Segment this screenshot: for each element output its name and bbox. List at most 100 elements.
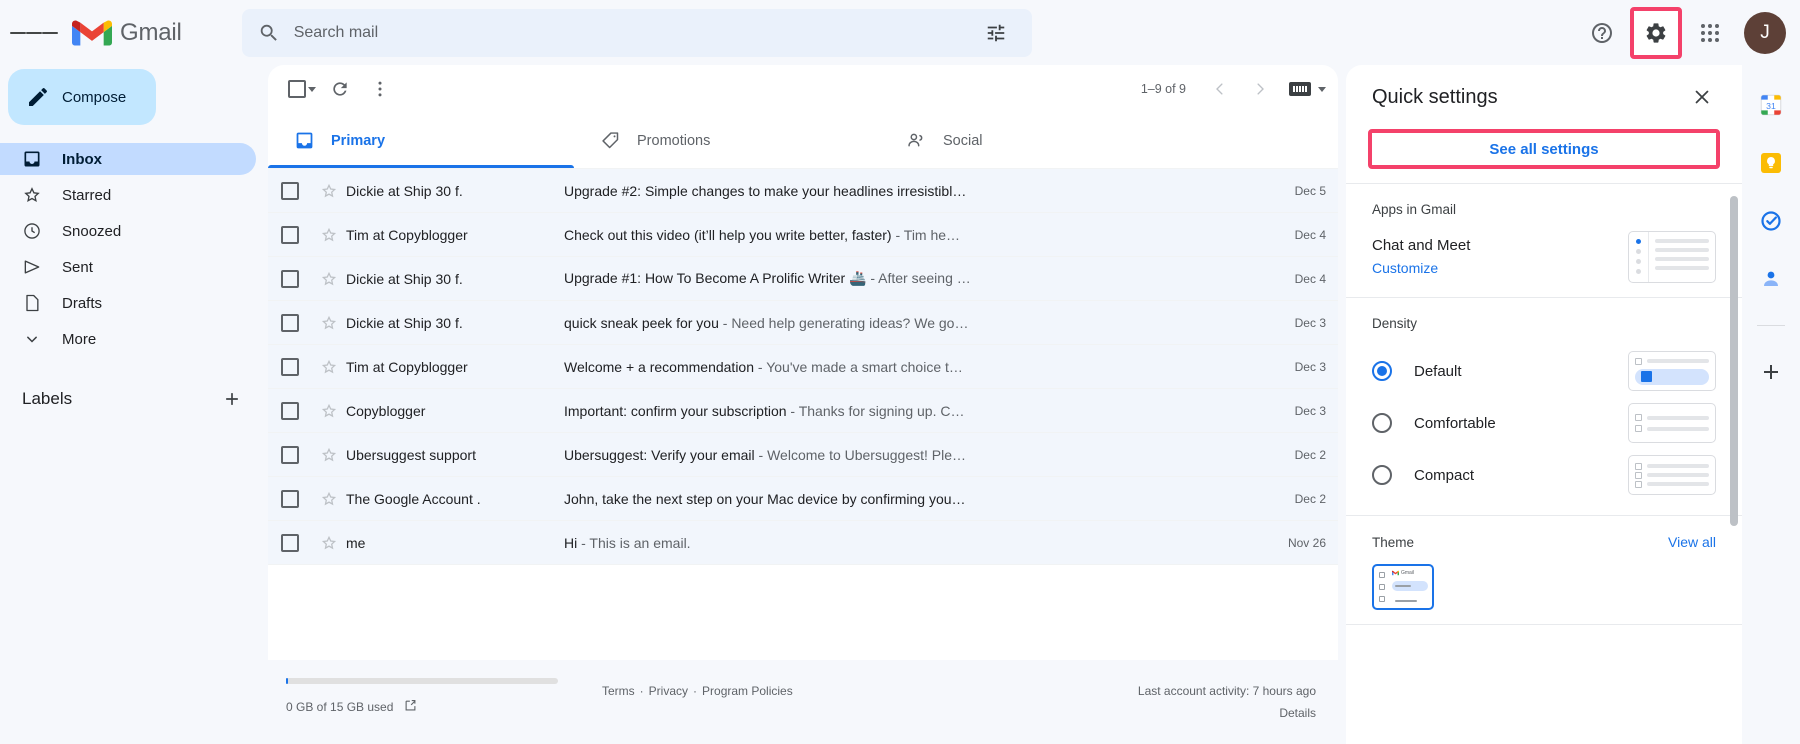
- row-checkbox[interactable]: [268, 182, 312, 200]
- tab-promotions[interactable]: Promotions: [574, 113, 880, 168]
- program-policies-link[interactable]: Program Policies: [702, 684, 793, 698]
- get-add-ons-button[interactable]: [1753, 354, 1789, 390]
- search-options-icon[interactable]: [976, 13, 1016, 53]
- density-option-compact[interactable]: Compact: [1372, 449, 1716, 501]
- google-apps-button[interactable]: [1686, 9, 1734, 57]
- thumb-line: [1635, 481, 1709, 488]
- theme-thumbnail[interactable]: Gmail: [1372, 564, 1434, 610]
- row-checkbox[interactable]: [268, 446, 312, 464]
- customize-link[interactable]: Customize: [1372, 260, 1438, 276]
- row-star-button[interactable]: [312, 314, 346, 332]
- chat-thumb-body: [1649, 232, 1715, 282]
- privacy-link[interactable]: Privacy: [649, 684, 688, 698]
- settings-button[interactable]: [1632, 9, 1680, 57]
- row-subject: John, take the next step on your Mac dev…: [564, 491, 1250, 507]
- table-row[interactable]: CopybloggerImportant: confirm your subsc…: [268, 389, 1338, 433]
- row-star-button[interactable]: [312, 446, 346, 464]
- support-button[interactable]: [1578, 9, 1626, 57]
- create-label-button[interactable]: [216, 383, 248, 415]
- quick-settings-panel: Quick settings See all settings Apps in …: [1346, 65, 1742, 744]
- table-row[interactable]: Tim at CopybloggerWelcome + a recommenda…: [268, 345, 1338, 389]
- chevron-down-icon[interactable]: [1318, 87, 1326, 92]
- open-storage-icon[interactable]: [403, 698, 418, 716]
- activity-details-link[interactable]: Details: [1138, 706, 1316, 720]
- more-options-button[interactable]: [360, 69, 400, 109]
- table-row[interactable]: Dickie at Ship 30 f.quick sneak peek for…: [268, 301, 1338, 345]
- separator: ·: [693, 684, 697, 698]
- mail-list-card: 1–9 of 9: [268, 65, 1338, 660]
- row-checkbox[interactable]: [268, 402, 312, 420]
- keep-button[interactable]: [1753, 145, 1789, 181]
- see-all-settings-button[interactable]: See all settings: [1368, 129, 1720, 169]
- avatar[interactable]: J: [1744, 12, 1786, 54]
- table-row[interactable]: Dickie at Ship 30 f.Upgrade #2: Simple c…: [268, 169, 1338, 213]
- row-checkbox[interactable]: [268, 314, 312, 332]
- row-checkbox[interactable]: [268, 358, 312, 376]
- row-sender: Ubersuggest support: [346, 447, 564, 463]
- sidebar-item-drafts[interactable]: Drafts: [0, 287, 256, 319]
- refresh-button[interactable]: [320, 69, 360, 109]
- row-date: Dec 3: [1250, 360, 1326, 374]
- table-row[interactable]: meHi - This is an email.Nov 26: [268, 521, 1338, 565]
- row-checkbox[interactable]: [268, 270, 312, 288]
- row-star-button[interactable]: [312, 534, 346, 552]
- density-option-comfortable[interactable]: Comfortable: [1372, 397, 1716, 449]
- radio-default-icon[interactable]: [1372, 361, 1392, 381]
- previous-page-button[interactable]: [1202, 71, 1238, 107]
- terms-link[interactable]: Terms: [602, 684, 635, 698]
- sidebar-item-starred[interactable]: Starred: [0, 179, 256, 211]
- gmail-logo[interactable]: Gmail: [72, 18, 182, 48]
- select-all-checkbox[interactable]: [284, 80, 320, 98]
- row-checkbox[interactable]: [268, 534, 312, 552]
- row-star-button[interactable]: [312, 270, 346, 288]
- row-star-button[interactable]: [312, 182, 346, 200]
- row-star-button[interactable]: [312, 490, 346, 508]
- quick-settings-header: Quick settings: [1346, 65, 1742, 129]
- row-date: Dec 3: [1250, 316, 1326, 330]
- tasks-button[interactable]: [1753, 203, 1789, 239]
- close-quick-settings-button[interactable]: [1682, 77, 1722, 117]
- sidebar-item-inbox[interactable]: Inbox: [0, 143, 256, 175]
- sidebar-item-more[interactable]: More: [0, 323, 256, 355]
- table-row[interactable]: Tim at CopybloggerCheck out this video (…: [268, 213, 1338, 257]
- calendar-button[interactable]: 31: [1753, 87, 1789, 123]
- checkbox-icon: [281, 314, 299, 332]
- theme-thumb-brand: Gmail: [1392, 570, 1428, 576]
- row-star-button[interactable]: [312, 358, 346, 376]
- search-input[interactable]: [294, 24, 976, 42]
- theme-view-all-link[interactable]: View all: [1668, 534, 1716, 550]
- radio-compact-icon[interactable]: [1372, 465, 1392, 485]
- kebab-menu-icon: [370, 79, 390, 99]
- sidebar-item-snoozed[interactable]: Snoozed: [0, 215, 256, 247]
- tab-primary[interactable]: Primary: [268, 113, 574, 168]
- table-row[interactable]: The Google Account .John, take the next …: [268, 477, 1338, 521]
- help-icon: [1590, 21, 1614, 45]
- sidebar-item-label: Snoozed: [62, 223, 121, 240]
- sidebar: Compose Inbox Starred Snoozed: [0, 65, 268, 744]
- tab-social[interactable]: Social: [880, 113, 1186, 168]
- quick-settings-scrollbar[interactable]: [1730, 196, 1738, 526]
- star-icon: [22, 185, 42, 205]
- checkbox-icon: [281, 402, 299, 420]
- density-option-default[interactable]: Default: [1372, 345, 1716, 397]
- account-activity-block: Last account activity: 7 hours ago Detai…: [1138, 684, 1338, 720]
- row-star-button[interactable]: [312, 402, 346, 420]
- search-bar[interactable]: [242, 9, 1032, 57]
- list-footer: 0 GB of 15 GB used Terms · Privacy · Pro…: [268, 660, 1338, 744]
- star-icon: [320, 490, 338, 508]
- row-checkbox[interactable]: [268, 490, 312, 508]
- table-row[interactable]: Dickie at Ship 30 f.Upgrade #1: How To B…: [268, 257, 1338, 301]
- input-tools-button[interactable]: [1282, 71, 1318, 107]
- density-compact-thumbnail: [1628, 455, 1716, 495]
- sidebar-item-sent[interactable]: Sent: [0, 251, 256, 283]
- row-star-button[interactable]: [312, 226, 346, 244]
- contacts-button[interactable]: [1753, 261, 1789, 297]
- table-row[interactable]: Ubersuggest supportUbersuggest: Verify y…: [268, 433, 1338, 477]
- next-page-button[interactable]: [1242, 71, 1278, 107]
- compose-button[interactable]: Compose: [8, 69, 156, 125]
- chat-layout-thumbnail[interactable]: [1628, 231, 1716, 283]
- radio-comfortable-icon[interactable]: [1372, 413, 1392, 433]
- chevron-down-icon: [22, 329, 42, 349]
- row-checkbox[interactable]: [268, 226, 312, 244]
- main-menu-icon[interactable]: [10, 9, 58, 57]
